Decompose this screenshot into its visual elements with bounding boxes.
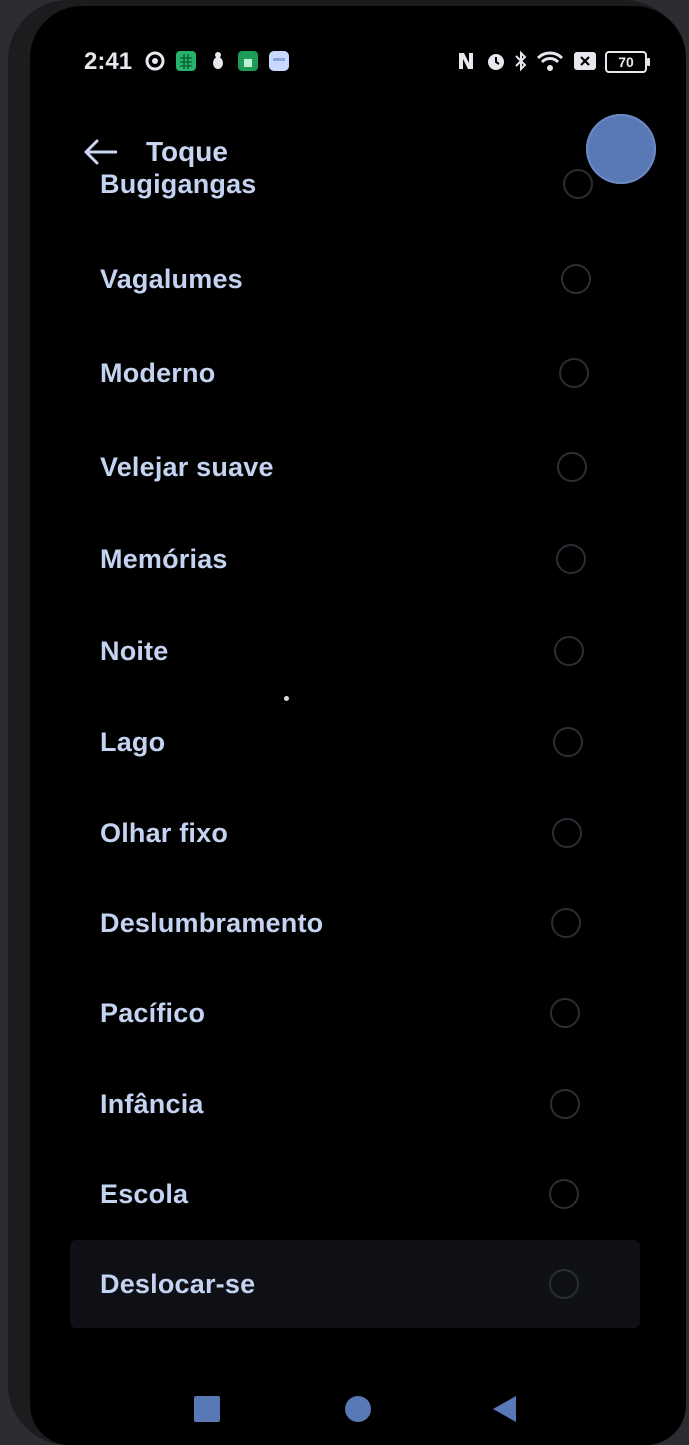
calendar-icon bbox=[176, 51, 196, 71]
home-circle-icon[interactable] bbox=[345, 1396, 371, 1422]
ringtone-label: Vagalumes bbox=[100, 263, 243, 294]
ringtone-row[interactable]: Deslumbramento bbox=[70, 879, 640, 967]
recents-square-icon[interactable] bbox=[194, 1396, 220, 1422]
radio-button[interactable] bbox=[549, 1269, 579, 1299]
ringtone-label: Deslocar-se bbox=[100, 1268, 256, 1299]
radio-button[interactable] bbox=[550, 998, 580, 1028]
ringtone-row[interactable]: Vagalumes bbox=[70, 235, 640, 323]
ringtone-label: Memórias bbox=[100, 543, 228, 574]
radio-button[interactable] bbox=[556, 544, 586, 574]
ringtone-row[interactable]: Lago bbox=[70, 698, 640, 786]
touch-indicator bbox=[284, 696, 289, 701]
ringtone-row[interactable]: Moderno bbox=[70, 329, 640, 417]
ringtone-label: Escola bbox=[100, 1178, 189, 1209]
message-icon bbox=[269, 51, 289, 71]
ringtone-label: Velejar suave bbox=[100, 451, 274, 482]
sheet-icon bbox=[238, 51, 258, 71]
ringtone-row[interactable]: Noite bbox=[70, 607, 640, 695]
ringtone-row[interactable]: Escola bbox=[70, 1150, 640, 1238]
ringtone-label: Olhar fixo bbox=[100, 817, 229, 848]
battery-level: 70 bbox=[618, 54, 634, 70]
radio-button[interactable] bbox=[552, 818, 582, 848]
wifi-icon bbox=[536, 51, 564, 71]
status-time: 2:41 bbox=[84, 48, 133, 75]
no-sim-icon bbox=[574, 52, 596, 70]
ringtone-label: Lago bbox=[100, 726, 166, 757]
ringtone-row[interactable]: Memórias bbox=[70, 515, 640, 603]
radio-button[interactable] bbox=[549, 1179, 579, 1209]
ringtone-row[interactable]: Bugigangas bbox=[70, 140, 640, 228]
ringtone-label: Deslumbramento bbox=[100, 907, 324, 938]
ringtone-row[interactable]: Velejar suave bbox=[70, 423, 640, 511]
ringtone-label: Pacífico bbox=[100, 997, 206, 1028]
ringtone-row[interactable]: Infância bbox=[70, 1060, 640, 1148]
battery-icon: 70 bbox=[605, 51, 650, 73]
bug-icon bbox=[213, 52, 223, 69]
radio-button[interactable] bbox=[563, 169, 593, 199]
ringtone-label: Moderno bbox=[100, 357, 216, 388]
ringtone-label: Bugigangas bbox=[100, 168, 257, 199]
radio-button[interactable] bbox=[551, 908, 581, 938]
radio-button[interactable] bbox=[550, 1089, 580, 1119]
ringtone-row[interactable]: Pacífico bbox=[70, 969, 640, 1057]
ringtone-row[interactable]: Deslocar-se bbox=[70, 1240, 640, 1328]
ringtone-label: Noite bbox=[100, 635, 169, 666]
radio-button[interactable] bbox=[559, 358, 589, 388]
alarm-icon bbox=[488, 54, 504, 70]
ringtone-row[interactable]: Olhar fixo bbox=[70, 789, 640, 877]
status-bar: 2:41 70 bbox=[30, 6, 686, 116]
bluetooth-icon bbox=[515, 50, 527, 72]
radio-button[interactable] bbox=[554, 636, 584, 666]
radio-button[interactable] bbox=[557, 452, 587, 482]
phone-frame: 2:41 70 Toque Bugigangas Vagalumes Moder… bbox=[8, 0, 686, 1445]
phone-screen: 2:41 70 Toque Bugigangas Vagalumes Moder… bbox=[30, 6, 686, 1445]
radio-button[interactable] bbox=[553, 727, 583, 757]
radio-button[interactable] bbox=[561, 264, 591, 294]
gear-icon bbox=[145, 51, 165, 71]
nfc-icon bbox=[459, 53, 473, 69]
ringtone-label: Infância bbox=[100, 1088, 204, 1119]
navigation-bar bbox=[30, 1376, 686, 1445]
back-triangle-icon[interactable] bbox=[490, 1394, 518, 1424]
